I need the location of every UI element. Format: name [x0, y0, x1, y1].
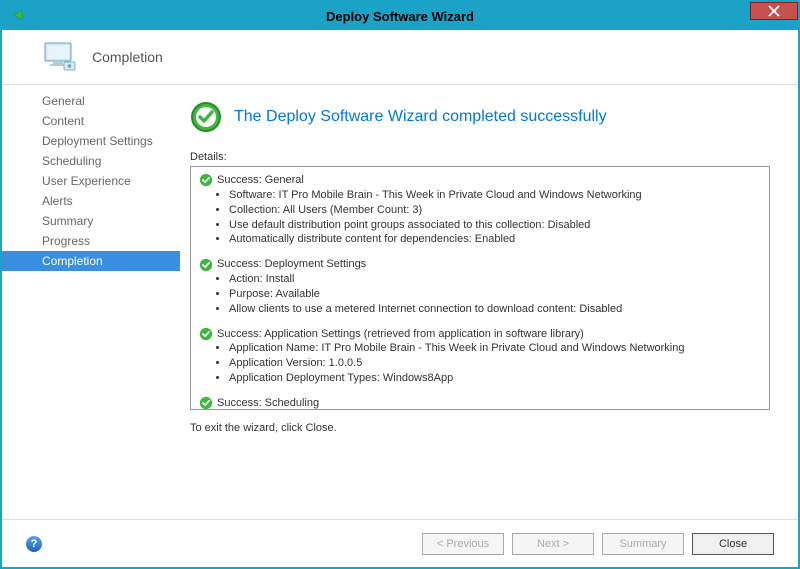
detail-item: Software: IT Pro Mobile Brain - This Wee…: [229, 188, 761, 203]
sidebar-item-content[interactable]: Content: [2, 111, 180, 131]
wizard-steps-sidebar: GeneralContentDeployment SettingsSchedul…: [2, 85, 180, 519]
success-check-icon: [190, 101, 222, 133]
wizard-footer: ? < Previous Next > Summary Close: [2, 519, 798, 567]
sidebar-item-general[interactable]: General: [2, 91, 180, 111]
detail-group-title: Success: Deployment Settings: [199, 257, 761, 272]
page-title: Completion: [92, 49, 163, 65]
close-button[interactable]: Close: [692, 533, 774, 555]
sidebar-item-completion[interactable]: Completion: [2, 251, 180, 271]
success-title: The Deploy Software Wizard completed suc…: [234, 108, 607, 126]
monitor-icon: [44, 42, 78, 72]
detail-group-title: Success: General: [199, 173, 761, 188]
help-icon[interactable]: ?: [26, 536, 42, 552]
details-label: Details:: [190, 151, 770, 163]
previous-button: < Previous: [422, 533, 504, 555]
sidebar-item-progress[interactable]: Progress: [2, 231, 180, 251]
close-icon: [768, 5, 780, 17]
detail-group-title: Success: Scheduling: [199, 396, 761, 410]
close-window-button[interactable]: [750, 2, 798, 20]
success-header: The Deploy Software Wizard completed suc…: [190, 101, 770, 133]
sidebar-item-deployment-settings[interactable]: Deployment Settings: [2, 131, 180, 151]
details-box[interactable]: Success: GeneralSoftware: IT Pro Mobile …: [190, 166, 770, 410]
wizard-header: Completion: [2, 30, 798, 85]
detail-item: Allow clients to use a metered Internet …: [229, 302, 761, 317]
detail-item: Use default distribution point groups as…: [229, 218, 761, 233]
sidebar-item-user-experience[interactable]: User Experience: [2, 171, 180, 191]
detail-item: Application Version: 1.0.0.5: [229, 356, 761, 371]
detail-item: Application Deployment Types: Windows8Ap…: [229, 371, 761, 386]
detail-item: Application Name: IT Pro Mobile Brain - …: [229, 341, 761, 356]
detail-item: Purpose: Available: [229, 287, 761, 302]
sidebar-item-scheduling[interactable]: Scheduling: [2, 151, 180, 171]
wizard-main: The Deploy Software Wizard completed suc…: [180, 85, 798, 519]
detail-group-title: Success: Application Settings (retrieved…: [199, 327, 761, 342]
detail-item: Action: Install: [229, 272, 761, 287]
window-title: Deploy Software Wizard: [326, 9, 474, 24]
detail-group: Success: GeneralSoftware: IT Pro Mobile …: [199, 173, 761, 247]
summary-button: Summary: [602, 533, 684, 555]
wizard-window: Deploy Software Wizard Completion Genera…: [0, 0, 800, 569]
sidebar-item-alerts[interactable]: Alerts: [2, 191, 180, 211]
titlebar: Deploy Software Wizard: [2, 2, 798, 30]
detail-item: Collection: All Users (Member Count: 3): [229, 203, 761, 218]
exit-instruction: To exit the wizard, click Close.: [190, 422, 770, 434]
next-button: Next >: [512, 533, 594, 555]
detail-group: Success: SchedulingTime based on: UTCAva…: [199, 396, 761, 410]
back-arrow-icon[interactable]: [10, 8, 28, 25]
detail-group: Success: Deployment SettingsAction: Inst…: [199, 257, 761, 316]
detail-item: Automatically distribute content for dep…: [229, 232, 761, 247]
sidebar-item-summary[interactable]: Summary: [2, 211, 180, 231]
detail-group: Success: Application Settings (retrieved…: [199, 327, 761, 386]
